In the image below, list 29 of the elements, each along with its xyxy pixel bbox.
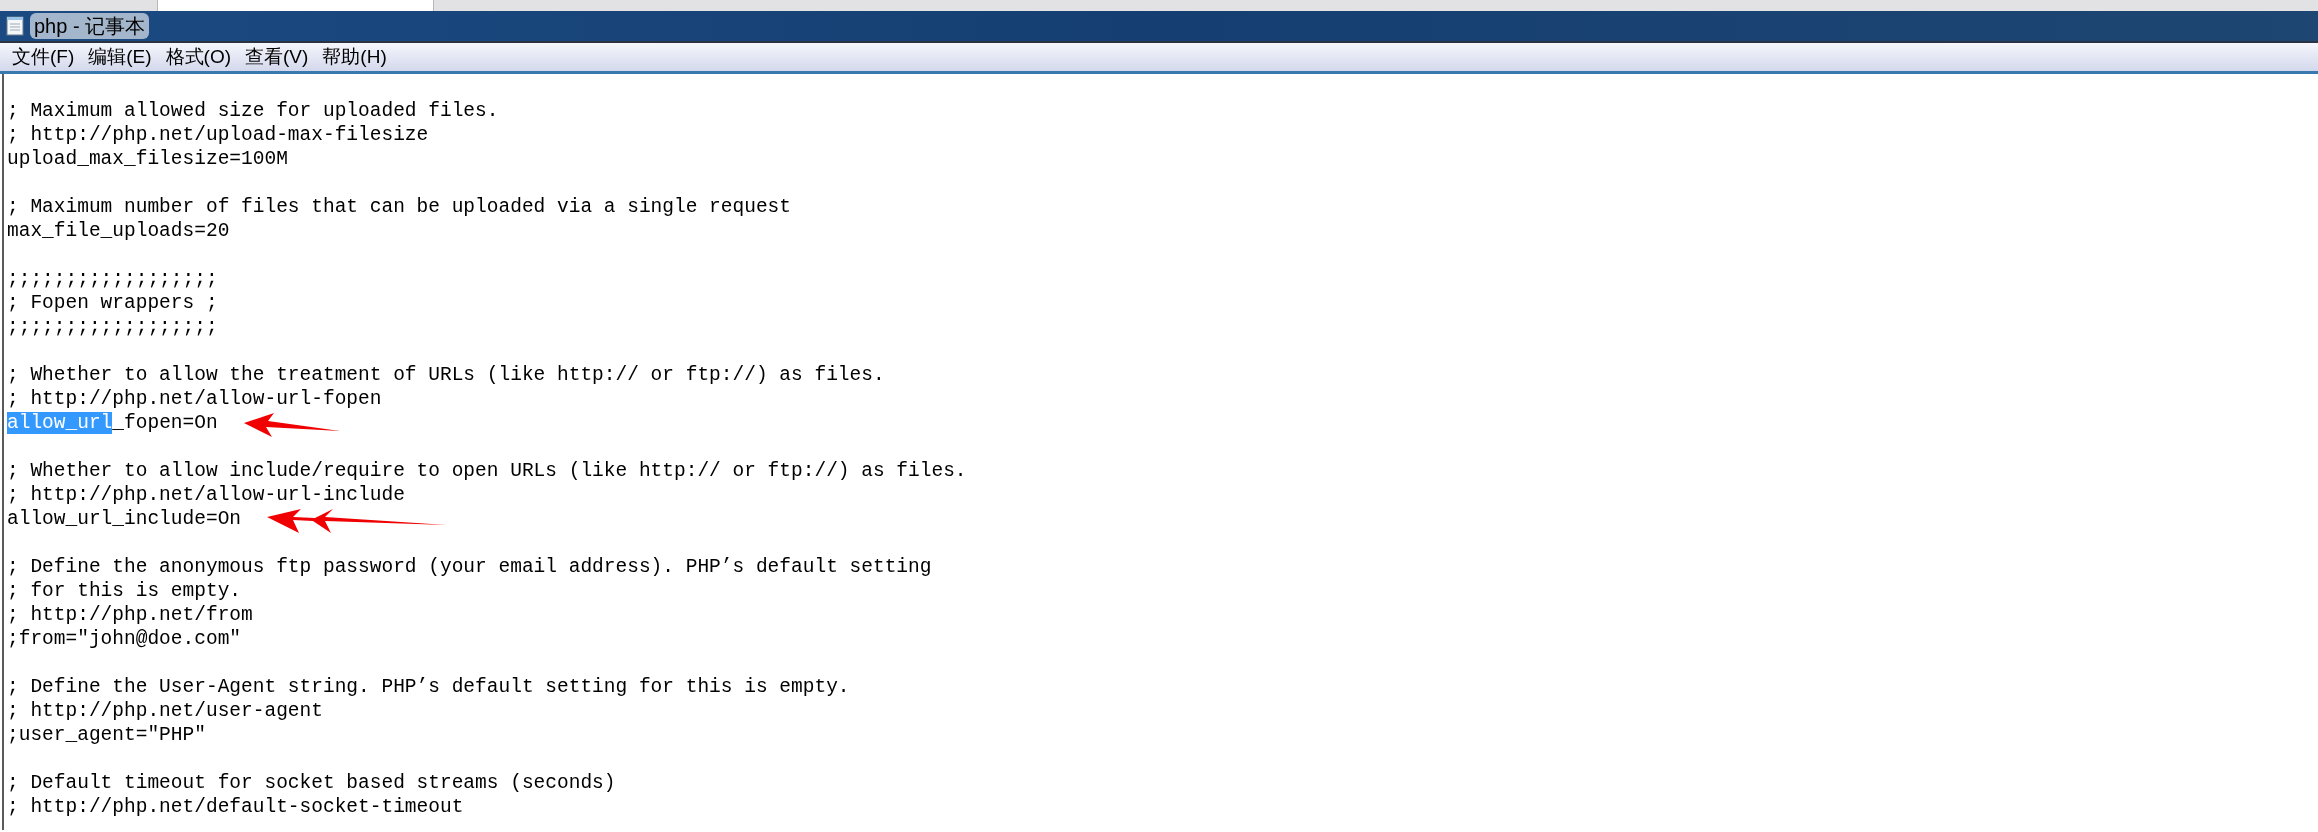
code-line: ;;;;;;;;;;;;;;;;;; <box>7 267 218 291</box>
code-line: ; Whether to allow include/require to open URLs (like http:// or ftp://) as files. <box>7 459 967 483</box>
code-line: ;;;;;;;;;;;;;;;;;; <box>7 315 218 339</box>
notepad-icon <box>6 16 24 36</box>
code-line: ; http://php.net/upload-max-filesize <box>7 123 429 147</box>
code-line: ; Fopen wrappers ; <box>7 291 218 315</box>
code-line: max_file_uploads=20 <box>7 219 230 243</box>
code-line: ; Whether to allow the treatment of URLs (like http:// or ftp://) as files. <box>7 363 885 387</box>
code-line: ; for this is empty. <box>7 579 242 603</box>
code-line: ; http://php.net/from <box>7 603 253 627</box>
code-line: ; http://php.net/user-agent <box>7 699 323 723</box>
code-line: upload_max_filesize=100M <box>7 147 288 171</box>
code-line: ; Default timeout for socket based streams (seconds) <box>7 771 616 795</box>
code-line: ;user_agent="PHP" <box>7 723 206 747</box>
code-line: ; Maximum number of files that can be uploaded via a single request <box>7 195 792 219</box>
code-line: ; Define the User-Agent string. PHP’s default setting for this is empty. <box>7 675 850 699</box>
code-line: ; http://php.net/allow-url-include <box>7 483 405 507</box>
code-line: ; http://php.net/default-socket-timeout <box>7 795 464 819</box>
code-line: ; Define the anonymous ftp password (your email address). PHP’s default setting <box>7 555 932 579</box>
menu-item[interactable]: 格式(O) <box>159 44 238 70</box>
code-line: allow_url_include=On <box>7 507 242 531</box>
menu-item[interactable]: 帮助(H) <box>316 44 393 70</box>
menu-item[interactable]: 文件(F) <box>6 44 81 70</box>
code-line: ; http://php.net/allow-url-fopen <box>7 387 382 411</box>
menu-item[interactable]: 查看(V) <box>239 44 315 70</box>
code-line: ; Maximum allowed size for uploaded files. <box>7 99 499 123</box>
window-title: php - 记事本 <box>30 13 150 39</box>
code-line: ;from="john@doe.com" <box>7 627 242 651</box>
menu-item[interactable]: 编辑(E) <box>82 44 158 70</box>
